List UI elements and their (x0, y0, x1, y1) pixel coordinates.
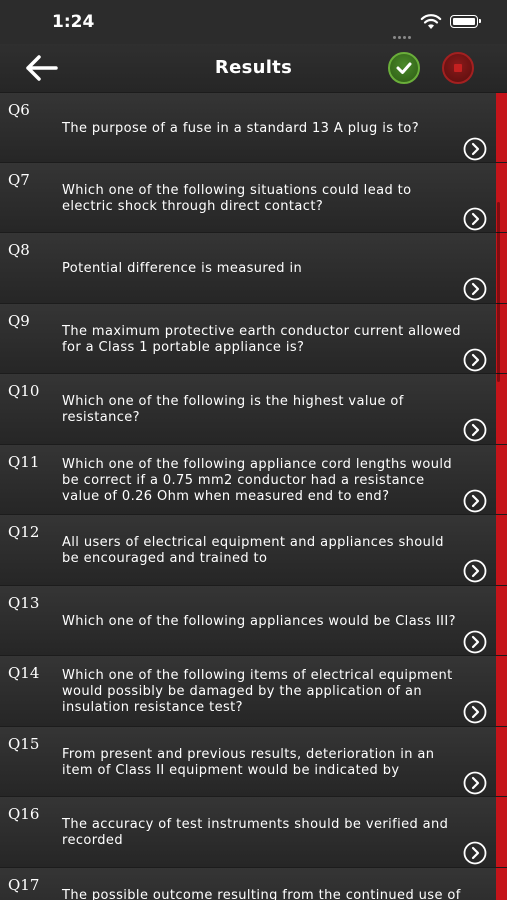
question-text: Potential difference is measured in (62, 261, 303, 276)
question-number: Q14 (8, 664, 40, 682)
chevron-right-icon[interactable] (463, 630, 487, 654)
page-title: Results (214, 57, 293, 78)
status-indicator-bar (496, 93, 507, 162)
question-text: The accuracy of test instruments should … (62, 817, 449, 848)
confirm-button[interactable] (388, 52, 420, 84)
question-row[interactable]: Q8 Potential difference is measured in (0, 233, 507, 304)
question-text: Which one of the following situations co… (62, 182, 412, 214)
question-row[interactable]: Q7 Which one of the following situations … (0, 162, 507, 233)
question-number: Q8 (8, 241, 30, 259)
question-text: Which one of the following appliance cor… (62, 456, 453, 504)
question-number: Q17 (8, 875, 40, 894)
question-row[interactable]: Q15 From present and previous results, de… (0, 726, 507, 797)
status-bar: 1:24 (0, 0, 507, 44)
stop-icon (454, 64, 462, 72)
status-time: 1:24 (52, 12, 95, 32)
question-number: Q7 (8, 170, 30, 189)
question-text: The maximum protective earth conductor c… (62, 323, 461, 355)
signal-dots-icon (393, 24, 415, 39)
question-text: The purpose of a fuse in a standard 13 A… (62, 121, 420, 136)
status-indicator-bar (496, 374, 507, 444)
status-indicator-bar (496, 867, 507, 900)
status-indicator-bar (496, 656, 507, 726)
chevron-right-icon[interactable] (463, 137, 487, 161)
chevron-right-icon[interactable] (463, 489, 487, 513)
question-text: From present and previous results, deter… (62, 746, 435, 778)
status-indicator-bar (496, 797, 507, 867)
question-number: Q15 (8, 734, 40, 753)
question-row[interactable]: Q17 The possible outcome resulting from t… (0, 867, 507, 900)
question-row[interactable]: Q6 The purpose of a fuse in a standard 13… (0, 92, 507, 163)
question-row[interactable]: Q11 Which one of the following appliance … (0, 444, 507, 515)
chevron-right-icon[interactable] (463, 277, 487, 301)
chevron-right-icon[interactable] (463, 700, 487, 724)
question-number: Q16 (8, 805, 40, 823)
battery-icon (450, 15, 481, 28)
wifi-icon (420, 14, 442, 29)
status-indicator-bar (496, 726, 507, 796)
question-text: The possible outcome resulting from the … (62, 887, 461, 900)
question-row[interactable]: Q16 The accuracy of test instruments shou… (0, 797, 507, 868)
chevron-right-icon[interactable] (463, 207, 487, 231)
checkmark-icon (396, 62, 412, 74)
question-number: Q11 (8, 452, 40, 471)
question-row[interactable]: Q14 Which one of the following items of e… (0, 656, 507, 727)
question-number: Q12 (8, 523, 40, 541)
navigation-bar: Results (0, 44, 507, 92)
question-number: Q13 (8, 593, 40, 612)
question-text: All users of electrical equipment and ap… (62, 535, 444, 566)
question-row[interactable]: Q13 Which one of the following appliances… (0, 585, 507, 656)
chevron-right-icon[interactable] (463, 348, 487, 372)
question-row[interactable]: Q12 All users of electrical equipment and… (0, 515, 507, 586)
chevron-right-icon[interactable] (463, 841, 487, 865)
status-indicator-bar (496, 585, 507, 655)
question-number: Q10 (8, 382, 40, 400)
scrollbar[interactable] (497, 202, 500, 382)
question-row[interactable]: Q9 The maximum protective earth conductor… (0, 303, 507, 374)
status-indicator-bar (496, 515, 507, 585)
results-list: Q6 The purpose of a fuse in a standard 13… (0, 92, 507, 900)
question-row[interactable]: Q10 Which one of the following is the hig… (0, 374, 507, 445)
question-number: Q9 (8, 311, 30, 330)
chevron-right-icon[interactable] (463, 418, 487, 442)
question-text: Which one of the following is the highes… (62, 394, 404, 425)
question-text: Which one of the following items of elec… (62, 668, 453, 715)
chevron-right-icon[interactable] (463, 771, 487, 795)
cancel-button[interactable] (442, 52, 474, 84)
question-text: Which one of the following appliances wo… (62, 613, 456, 629)
status-indicator-bar (496, 444, 507, 514)
question-number: Q6 (8, 101, 30, 119)
chevron-right-icon[interactable] (463, 559, 487, 583)
